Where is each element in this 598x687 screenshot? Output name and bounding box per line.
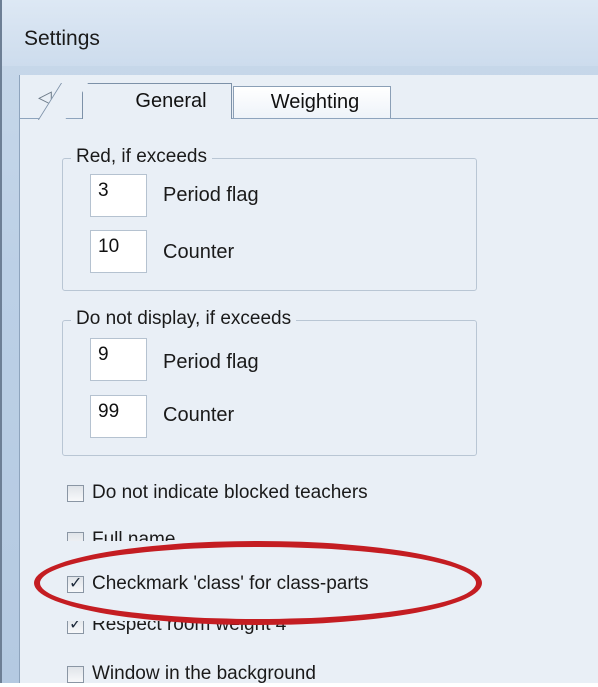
red-group-legend: Red, if exceeds [71, 146, 212, 168]
red-if-exceeds-group: Red, if exceeds 3 Period flag 10 Counter [62, 146, 477, 291]
red-period-flag-input[interactable]: 3 [90, 174, 147, 217]
option-checkmark-class-for-class-parts[interactable]: Checkmark 'class' for class-parts [67, 571, 368, 597]
option-label: Do not indicate blocked teachers [92, 482, 368, 503]
checkbox[interactable] [67, 484, 84, 502]
option-respect-room-weight-4[interactable]: Respect room weight 4 [67, 621, 286, 637]
option-do-not-indicate-blocked-teachers[interactable]: Do not indicate blocked teachers [67, 480, 368, 506]
hide-group-legend: Do not display, if exceeds [71, 308, 297, 330]
option-label: Checkmark 'class' for class-parts [92, 573, 369, 594]
red-period-flag-label: Period flag [163, 184, 259, 206]
option-full-name[interactable]: Full name [67, 527, 175, 541]
hide-period-flag-label: Period flag [163, 351, 259, 373]
hide-counter-input[interactable]: 99 [90, 395, 147, 438]
hide-counter-label: Counter [163, 404, 235, 426]
do-not-display-group: Do not display, if exceeds 9 Period flag… [62, 308, 477, 456]
checkbox[interactable] [67, 573, 84, 593]
title-bar[interactable]: Settings [2, 0, 598, 66]
tab-general-label: General [135, 90, 207, 112]
settings-panel: ◁ Weighting General Red, if exceeds 3 Pe… [19, 75, 598, 684]
hide-period-flag-input[interactable]: 9 [90, 338, 147, 381]
tab-weighting-label: Weighting [270, 91, 360, 113]
checkbox[interactable] [67, 531, 84, 541]
settings-window: Settings ◁ Weighting General Red, if exc… [0, 0, 598, 684]
window-title: Settings [24, 27, 100, 50]
option-label: Full name [92, 529, 176, 541]
red-counter-label: Counter [163, 241, 235, 263]
tab-general[interactable]: General [82, 83, 232, 119]
checkbox[interactable] [67, 665, 84, 683]
option-label: Respect room weight 4 [92, 621, 287, 635]
red-counter-input[interactable]: 10 [90, 230, 147, 273]
tab-weighting[interactable]: Weighting [233, 86, 391, 118]
option-label: Window in the background [92, 663, 316, 684]
option-window-in-the-background[interactable]: Window in the background [67, 661, 316, 687]
tab-strip: ◁ Weighting General [20, 75, 598, 119]
checkbox[interactable] [67, 621, 84, 634]
